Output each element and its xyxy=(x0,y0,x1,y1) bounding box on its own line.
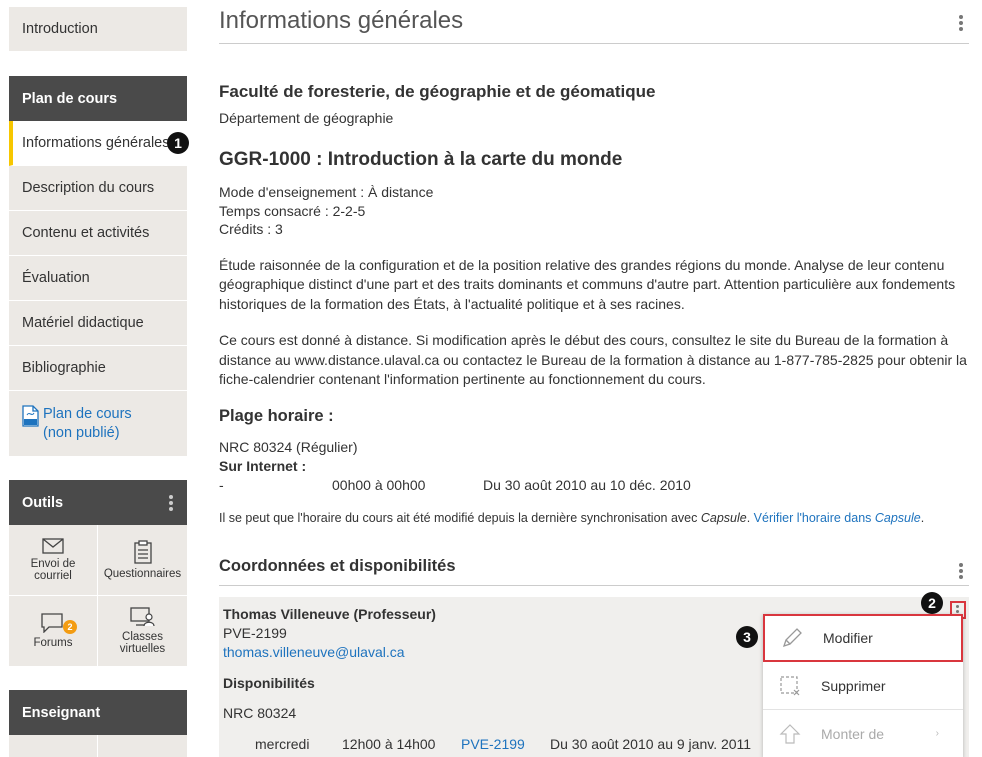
virtual-class-icon xyxy=(129,607,155,627)
schedule-time: 00h00 à 00h00 xyxy=(332,476,426,493)
pdf-icon xyxy=(22,405,39,427)
tools-more-icon[interactable] xyxy=(169,495,173,513)
tools-grid: Envoi de courriel Questionnaires 2 Forum… xyxy=(9,525,187,666)
contacts-more-icon[interactable] xyxy=(959,562,963,581)
plan-section: Plan de cours Informations générales Des… xyxy=(9,76,187,456)
pencil-icon xyxy=(782,628,802,648)
availability-day: mercredi xyxy=(255,735,310,752)
menu-item-label: Modifier xyxy=(823,630,873,646)
sidebar-item-description[interactable]: Description du cours xyxy=(9,166,187,211)
chat-icon xyxy=(41,613,63,633)
sidebar-item-evaluation[interactable]: Évaluation xyxy=(9,256,187,301)
schedule-nrc: NRC 80324 (Régulier) xyxy=(219,438,358,455)
teacher-grid xyxy=(9,735,187,757)
tools-section: Outils Envoi de courriel Questionnaires … xyxy=(9,480,187,666)
time-allocated: Temps consacré : 2-2-5 xyxy=(219,202,366,219)
schedule-dates: Du 30 août 2010 au 10 déc. 2010 xyxy=(483,476,691,493)
contacts-title-label: Coordonnées et disponibilités xyxy=(219,556,456,575)
course-title: GGR-1000 : Introduction à la carte du mo… xyxy=(219,149,623,170)
callout-3: 3 xyxy=(736,626,758,648)
menu-item-move-up[interactable]: Monter de › xyxy=(763,710,963,757)
sidebar-item-label: Introduction xyxy=(22,21,98,37)
sidebar-item-informations-generales[interactable]: Informations générales xyxy=(9,121,187,166)
schedule-note: Il se peut que l'horaire du cours ait ét… xyxy=(219,511,969,525)
tool-label: Classes xyxy=(122,631,163,643)
arrow-up-icon xyxy=(779,723,801,744)
page-more-icon[interactable] xyxy=(959,15,963,33)
menu-item-label: Monter de xyxy=(821,725,885,742)
verify-link-text: Vérifier l'horaire dans xyxy=(753,510,875,525)
note-capsule: Capsule xyxy=(700,510,747,525)
mail-icon xyxy=(42,538,64,554)
sidebar-item-materiel[interactable]: Matériel didactique xyxy=(9,301,187,346)
teaching-mode: Mode d'enseignement : À distance xyxy=(219,184,434,200)
title-divider xyxy=(219,43,969,44)
callout-1: 1 xyxy=(167,132,189,154)
availability-dates: Du 30 août 2010 au 9 janv. 2011 xyxy=(550,735,752,752)
availability-room-link[interactable]: PVE-2199 xyxy=(461,735,550,754)
note-period: . xyxy=(746,510,754,525)
tool-forums[interactable]: 2 Forums xyxy=(9,596,97,666)
tool-label: Envoi de xyxy=(30,558,76,570)
verify-link-capsule: Capsule xyxy=(874,510,921,525)
menu-item-delete[interactable]: Supprimer xyxy=(763,662,963,710)
tool-questionnaires[interactable]: Questionnaires xyxy=(98,525,187,595)
sidebar-item-bibliographie[interactable]: Bibliographie xyxy=(9,346,187,391)
verify-schedule-link[interactable]: Vérifier l'horaire dans Capsule xyxy=(754,511,921,525)
tool-label: Forums xyxy=(33,637,73,649)
note-end: . xyxy=(920,510,925,525)
plan-pdf-line2: (non publié) xyxy=(43,425,120,441)
teacher-tool-1[interactable] xyxy=(9,735,97,757)
plan-pdf-text: Plan de cours (non publié) xyxy=(43,405,132,443)
sidebar-item-label: Évaluation xyxy=(22,270,90,286)
schedule-internet-label: Sur Internet : xyxy=(219,457,307,474)
person-email-link[interactable]: thomas.villeneuve@ulaval.ca xyxy=(223,644,405,660)
tool-label: Questionnaires xyxy=(103,568,182,580)
sidebar-item-contenu[interactable]: Contenu et activités xyxy=(9,211,187,256)
plan-header: Plan de cours xyxy=(9,76,187,121)
delete-icon xyxy=(780,675,800,695)
tool-label: courriel xyxy=(34,570,72,582)
tool-email[interactable]: Envoi de courriel xyxy=(9,525,97,595)
page-title: Informations générales xyxy=(219,7,464,34)
course-meta: Mode d'enseignement : À distance Temps c… xyxy=(219,183,969,239)
context-menu: Modifier Supprimer Monter de › xyxy=(763,614,963,757)
schedule-title: Plage horaire : xyxy=(219,406,334,425)
department-name: Département de géographie xyxy=(219,110,394,126)
contacts-section-title: Coordonnées et disponibilités xyxy=(219,557,969,585)
plan-pdf-line1: Plan de cours xyxy=(43,406,132,422)
menu-item-label: Supprimer xyxy=(821,677,886,694)
sidebar-item-introduction[interactable]: Introduction xyxy=(9,7,187,52)
intro-box: Introduction xyxy=(9,7,187,52)
sidebar-item-label: Description du cours xyxy=(22,180,155,196)
credits: Crédits : 3 xyxy=(219,221,283,237)
sidebar: Introduction Plan de cours Informations … xyxy=(9,0,187,757)
forums-badge: 2 xyxy=(63,620,77,634)
distance-note: Ce cours est donné à distance. Si modifi… xyxy=(219,332,967,387)
course-description: Étude raisonnée de la configuration et d… xyxy=(219,256,956,312)
sidebar-item-label: Contenu et activités xyxy=(22,225,150,241)
schedule-row: - 00h00 à 00h00 Du 30 août 2010 au 10 dé… xyxy=(219,476,969,495)
sidebar-item-label: Bibliographie xyxy=(22,360,106,376)
tool-label: virtuelles xyxy=(119,643,166,655)
teacher-tool-2[interactable] xyxy=(98,735,187,757)
teacher-section: Enseignant xyxy=(9,690,187,757)
note-text: Il se peut que l'horaire du cours ait ét… xyxy=(219,510,701,525)
clipboard-icon xyxy=(133,540,152,564)
sidebar-item-label: Matériel didactique xyxy=(22,315,144,331)
availability-time: 12h00 à 14h00 xyxy=(342,735,436,752)
schedule-day: - xyxy=(219,476,224,493)
faculty-name: Faculté de foresterie, de géographie et … xyxy=(219,82,656,101)
sidebar-item-label: Informations générales xyxy=(22,135,170,151)
tool-classes-virtuelles[interactable]: Classes virtuelles xyxy=(98,596,187,666)
contacts-divider xyxy=(219,584,969,586)
tools-header-label: Outils xyxy=(22,494,64,511)
teacher-header: Enseignant xyxy=(9,690,187,735)
plan-pdf-link[interactable]: Plan de cours (non publié) xyxy=(9,391,187,456)
tools-header: Outils xyxy=(9,480,187,525)
plan-items: Informations générales Description du co… xyxy=(9,121,187,456)
chevron-right-icon: › xyxy=(935,728,939,739)
menu-item-modify[interactable]: Modifier xyxy=(763,614,963,662)
callout-2: 2 xyxy=(921,592,943,614)
